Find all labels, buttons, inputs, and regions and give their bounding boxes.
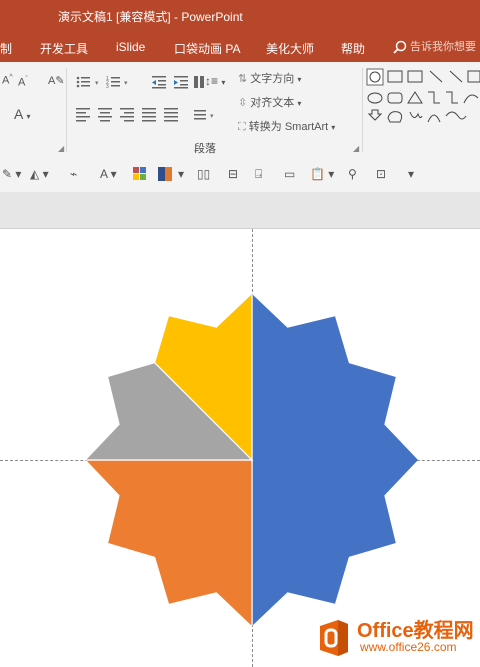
pin-icon[interactable]: ⚲ (348, 167, 357, 181)
distributed-icon[interactable] (164, 108, 178, 122)
scribble-icon[interactable] (409, 111, 423, 119)
align-text-button[interactable]: ⇳ 对齐文本 ▾ (238, 94, 301, 110)
tab-partial[interactable]: 制 (0, 40, 12, 57)
decrease-indent-icon[interactable] (152, 76, 166, 89)
customize-toolbar-icon[interactable]: ▾ (408, 167, 414, 181)
text-effects-icon[interactable]: A ▾ (100, 167, 117, 181)
text-direction-label: 文字方向 (250, 73, 295, 85)
svg-text:3: 3 (106, 84, 109, 90)
numbering-icon[interactable]: 1 2 3 (106, 76, 120, 90)
clear-format-icon[interactable]: A✎ (48, 74, 65, 87)
rectangle-icon[interactable] (467, 70, 480, 83)
elbow-arrow-icon[interactable] (446, 91, 458, 104)
ruler (0, 192, 480, 218)
align-objects-icon[interactable]: ⊟ (228, 167, 238, 181)
svg-text:▾: ▾ (210, 113, 214, 120)
justify-icon[interactable] (142, 108, 156, 122)
tab-developer[interactable]: 开发工具 (40, 40, 88, 57)
align-text-label: 对齐文本 (250, 97, 295, 109)
align-buttons[interactable]: ▾ (74, 106, 224, 122)
font-dialog-launcher-icon[interactable]: ◢ (58, 144, 64, 153)
convert-smartart-button[interactable]: ⛶ 转换为 SmartArt ▾ (238, 118, 335, 134)
tab-beautify-master[interactable]: 美化大师 (266, 40, 314, 57)
search-icon (393, 40, 407, 54)
font-size-down-icon[interactable]: Aˇ (18, 76, 28, 89)
tab-pocket-animation[interactable]: 口袋动画 PA (174, 40, 240, 57)
increase-indent-icon[interactable] (174, 76, 188, 89)
shapes-gallery[interactable] (366, 68, 480, 132)
vertical-text-box-icon[interactable] (407, 70, 423, 83)
align-right-icon[interactable] (120, 108, 134, 122)
align-text-icon: ⇳ (238, 97, 248, 109)
watermark-brand: Office教程网 (357, 620, 474, 642)
ribbon-tabs: 制 开发工具 iSlide 口袋动画 PA 美化大师 帮助 告诉我你想要 (0, 32, 480, 62)
slide-top-margin (0, 218, 480, 229)
shape-fill-icon[interactable]: ◭ ▾ (30, 167, 49, 181)
slide-canvas[interactable] (0, 229, 480, 667)
format-painter-icon[interactable]: ⍈ (255, 167, 262, 182)
font-size-up-icon[interactable]: A^ (2, 74, 13, 87)
arc-icon[interactable] (427, 114, 441, 123)
column-align-icon[interactable] (194, 110, 206, 120)
quick-toolbar: ✎ ▾ ◭ ▾ ⌁ A ▾ ▾ ▯▯ ⊟ ⍈ ▭ 📋 ▾ ⚲ ⊡ ▾ (0, 158, 480, 193)
columns-icon[interactable] (194, 76, 204, 88)
star-pie-chart[interactable] (0, 229, 480, 667)
paste-icon[interactable]: 📋 ▾ (310, 167, 334, 181)
line-icon[interactable] (429, 70, 443, 83)
elbow-connector-icon[interactable] (428, 91, 440, 104)
distribute-icon[interactable]: ▯▯ (197, 167, 210, 181)
convert-smartart-label: 转换为 SmartArt (248, 121, 329, 133)
office-logo-icon (320, 620, 348, 656)
paragraph-dialog-launcher-icon[interactable]: ◢ (353, 144, 359, 153)
window-title: 演示文稿1 [兼容模式] - PowerPoint (58, 10, 243, 24)
svg-text:▾: ▾ (124, 80, 128, 87)
smartart-icon: ⛶ (238, 121, 246, 133)
oval-icon[interactable] (367, 92, 383, 104)
triangle-icon[interactable] (407, 91, 423, 104)
text-direction-button[interactable]: ⇅ 文字方向 ▾ (238, 70, 301, 86)
pie-slice-0[interactable] (251, 229, 480, 667)
font-color-icon[interactable]: A ▾ (14, 106, 30, 122)
curve-icon[interactable] (463, 94, 479, 104)
grid-color-icon[interactable] (133, 167, 147, 184)
paragraph-group-label: 段落 (194, 143, 216, 155)
title-bar: 演示文稿1 [兼容模式] - PowerPoint (0, 0, 480, 32)
group-separator (362, 68, 363, 152)
dropdown-arrow-icon[interactable]: ▾ (178, 167, 184, 181)
tell-me-search[interactable]: 告诉我你想要 (393, 38, 476, 54)
arrow-line-icon[interactable] (449, 70, 463, 83)
text-direction-icon: ⇅ (238, 73, 248, 85)
text-box-icon[interactable] (387, 70, 403, 83)
text-box-tool-icon[interactable]: ▭ (284, 167, 295, 181)
shape-outline-icon[interactable]: ✎ ▾ (2, 167, 21, 181)
watermark-logo: Office教程网 www.office26.com (308, 610, 480, 667)
select-pane-icon[interactable]: ⊡ (376, 167, 386, 181)
bullets-icon[interactable] (76, 76, 90, 88)
list-buttons[interactable]: ▾ 1 2 3 ▾ (74, 74, 204, 90)
pie-slice-1[interactable] (12, 459, 253, 667)
tab-help[interactable]: 帮助 (341, 40, 365, 57)
rounded-rect-icon[interactable] (387, 92, 403, 104)
tell-me-placeholder: 告诉我你想要 (410, 41, 476, 53)
ribbon-home: A^ Aˇ A✎ A ▾ ▾ 1 2 3 ▾ ▾ ↕≡ ▾ ⇅ 文字方向 ▾ ⇳… (0, 62, 480, 159)
eyedropper-icon[interactable]: ⌁ (70, 167, 77, 181)
align-left-icon[interactable] (76, 108, 90, 122)
down-arrow-icon[interactable] (367, 109, 383, 121)
wave-icon[interactable] (445, 111, 467, 120)
color-swatch-icon[interactable] (158, 167, 172, 184)
watermark-url: www.office26.com (360, 640, 457, 654)
tab-islide[interactable]: iSlide (116, 40, 145, 54)
svg-text:▾: ▾ (95, 80, 99, 87)
align-center-icon[interactable] (98, 108, 112, 122)
freeform-icon[interactable] (387, 111, 403, 123)
group-separator (66, 68, 67, 152)
line-spacing-icon[interactable]: ↕≡ ▾ (205, 74, 225, 88)
